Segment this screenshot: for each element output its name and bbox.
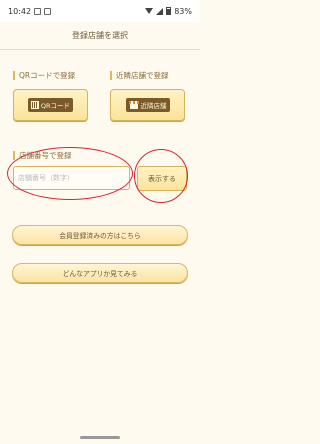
- battery-level: 83%: [174, 6, 192, 16]
- nearby-store-button-label: 近隣店舗: [140, 102, 167, 110]
- qr-code-button-label: QRコード: [40, 102, 71, 110]
- notification-icon-2: [44, 7, 52, 15]
- nearby-store-button-inner: 近隣店舗: [125, 98, 170, 112]
- nearby-section-label: 近隣店舗で登録: [110, 71, 169, 80]
- status-right: 83%: [145, 7, 192, 16]
- highlight-ellipse-button: [134, 149, 188, 203]
- qr-code-icon: [30, 101, 39, 109]
- qr-code-button[interactable]: QRコード: [13, 89, 88, 121]
- highlight-ellipse-input: [7, 147, 133, 200]
- battery-icon: [166, 7, 172, 15]
- page-title: 登録店舗を選択: [72, 31, 128, 40]
- preview-app-button[interactable]: どんなアプリか見てみる: [12, 263, 188, 283]
- wifi-icon: [145, 8, 154, 14]
- nearby-store-button[interactable]: 近隣店舗: [110, 89, 185, 121]
- status-time: 10:42: [8, 6, 32, 16]
- member-login-label: 会員登録済みの方はこちら: [59, 232, 141, 240]
- signal-icon: [156, 7, 164, 15]
- home-handle[interactable]: [80, 435, 120, 439]
- status-left: 10:42: [8, 6, 52, 16]
- store-icon: [128, 101, 139, 109]
- preview-app-label: どんなアプリか見てみる: [62, 270, 138, 278]
- member-login-button[interactable]: 会員登録済みの方はこちら: [12, 225, 188, 245]
- qr-section-label: QRコードで登録: [13, 71, 75, 80]
- qr-code-button-inner: QRコード: [27, 98, 74, 112]
- status-bar: 10:42 83%: [0, 0, 200, 22]
- notification-icon: [34, 7, 42, 15]
- page-header: 登録店舗を選択: [0, 22, 200, 50]
- navigation-bar: [0, 430, 200, 444]
